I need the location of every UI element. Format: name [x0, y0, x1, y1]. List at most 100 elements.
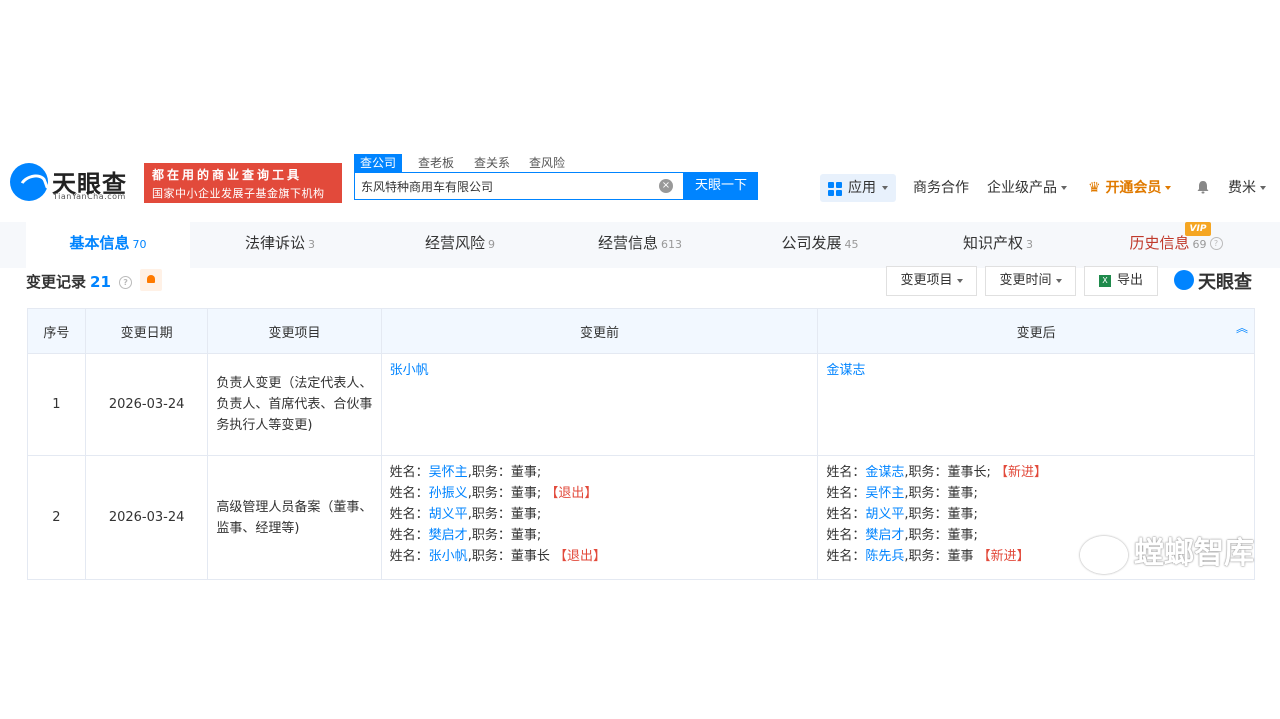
change-record-table: 序号 变更日期 变更项目 变更前 变更后 ︽ 1 2026-03-24 负责人变…	[27, 308, 1255, 580]
name-prefix: 姓名：	[826, 549, 866, 564]
name-prefix: 姓名：	[826, 528, 866, 543]
person-line: 姓名：金谋志,职务：董事长; 【新进】	[826, 462, 1246, 483]
person-link[interactable]: 吴怀主	[865, 486, 904, 501]
apps-grid-icon	[828, 182, 842, 196]
brand-mark-text: 天眼查	[1198, 272, 1252, 293]
role-sep: ,职务：	[467, 465, 511, 480]
tab-count: 613	[661, 238, 682, 251]
user-menu[interactable]: 费米	[1228, 174, 1266, 202]
tianyancha-logo[interactable]: 天眼查 TianYanCha.com	[10, 163, 138, 203]
status-tag: 【退出】	[545, 486, 598, 501]
person-link[interactable]: 胡义平	[429, 507, 468, 522]
name-prefix: 姓名：	[389, 549, 429, 564]
section-title: 变更记录 21 ?	[26, 271, 133, 292]
person-link[interactable]: 樊启才	[865, 528, 904, 543]
tab-development[interactable]: 公司发展 45	[740, 222, 900, 268]
tab-ip[interactable]: 知识产权 3	[918, 222, 1078, 268]
table-row: 1 2026-03-24 负责人变更（法定代表人、负责人、首席代表、合伙事务执行…	[27, 353, 1255, 456]
excel-icon: X	[1098, 274, 1111, 287]
subscribe-bell-icon[interactable]	[140, 269, 162, 291]
cell-after: 金谋志	[817, 353, 1255, 456]
search-tab-company[interactable]: 查公司	[354, 154, 403, 172]
header-index: 序号	[27, 308, 86, 354]
role: 董事;	[947, 528, 978, 543]
tab-count: 69	[1192, 238, 1207, 251]
filter-change-time[interactable]: 变更时间	[985, 266, 1076, 296]
person-line: 姓名：张小帆,职务：董事长 【退出】	[390, 546, 810, 567]
slogan-line1: 都在用的商业查询工具	[152, 168, 303, 182]
collapse-icon[interactable]: ︽	[1236, 322, 1248, 334]
tab-legal[interactable]: 法律诉讼 3	[200, 222, 360, 268]
search-box: ×	[354, 172, 684, 200]
search-tab-relation[interactable]: 查关系	[474, 154, 510, 172]
tab-label: 法律诉讼	[244, 234, 305, 252]
filter-change-item[interactable]: 变更项目	[886, 266, 977, 296]
clear-icon[interactable]: ×	[659, 179, 673, 193]
name-prefix: 姓名：	[826, 486, 866, 501]
cell-before: 张小帆	[380, 353, 819, 456]
vip-menu[interactable]: ♛ 开通会员	[1088, 174, 1172, 202]
role: 董事;	[510, 528, 542, 543]
slogan-banner: 都在用的商业查询工具 国家中小企业发展子基金旗下机构	[144, 163, 342, 203]
tab-count: 45	[844, 238, 859, 251]
chevron-down-icon	[956, 278, 963, 283]
export-button[interactable]: X 导出	[1084, 266, 1158, 296]
tab-history[interactable]: 历史信息 69?	[1096, 222, 1256, 268]
person-link[interactable]: 胡义平	[865, 507, 904, 522]
notification-bell-icon[interactable]	[1196, 180, 1210, 194]
help-icon: ?	[1209, 237, 1223, 250]
logo-icon	[1174, 270, 1194, 290]
name-prefix: 姓名：	[389, 507, 429, 522]
app-frame: 天眼查 TianYanCha.com 都在用的商业查询工具 国家中小企业发展子基…	[0, 146, 1280, 580]
person-link[interactable]: 孙振义	[429, 486, 468, 501]
user-name: 费米	[1228, 180, 1256, 196]
tab-count: 70	[132, 238, 147, 251]
logo-domain: TianYanCha.com	[53, 192, 126, 201]
role-sep: ,职务：	[904, 507, 948, 522]
header-item: 变更项目	[207, 308, 382, 354]
search-button[interactable]: 天眼一下	[684, 172, 758, 200]
cell-date: 2026-03-24	[84, 455, 209, 580]
person-link[interactable]: 张小帆	[429, 549, 468, 564]
person-link[interactable]: 张小帆	[390, 363, 429, 378]
role: 董事长	[510, 549, 550, 564]
role: 董事;	[510, 486, 542, 501]
tab-operating-risk[interactable]: 经营风险 9	[380, 222, 540, 268]
person-link[interactable]: 樊启才	[429, 528, 468, 543]
person-line: 姓名：胡义平,职务：董事;	[826, 504, 1246, 525]
role: 董事长;	[947, 465, 991, 480]
role-sep: ,职务：	[904, 486, 948, 501]
business-link[interactable]: 商务合作	[913, 174, 969, 202]
name-prefix: 姓名：	[826, 507, 866, 522]
role: 董事;	[947, 507, 978, 522]
search-input[interactable]	[361, 173, 651, 199]
logo-icon	[10, 163, 48, 201]
top-header: 天眼查 TianYanCha.com 都在用的商业查询工具 国家中小企业发展子基…	[0, 146, 1280, 220]
name-prefix: 姓名：	[389, 465, 429, 480]
header-before: 变更前	[380, 308, 819, 354]
watermark: 螳螂智库	[1080, 528, 1254, 574]
tab-count: 3	[1026, 238, 1033, 251]
person-link[interactable]: 陈先兵	[865, 549, 904, 564]
tab-operating-info[interactable]: 经营信息 613	[560, 222, 720, 268]
apps-menu[interactable]: 应用	[820, 174, 896, 202]
person-link[interactable]: 吴怀主	[429, 465, 468, 480]
filter-label: 变更项目	[900, 273, 953, 288]
tab-basic-info[interactable]: 基本信息 70	[26, 222, 190, 268]
tab-count: 9	[488, 238, 495, 251]
watermark-text: 螳螂智库	[1134, 536, 1254, 571]
search-tab-risk[interactable]: 查风险	[529, 154, 565, 172]
tab-label: 经营信息	[597, 234, 658, 252]
crown-icon: ♛	[1088, 180, 1101, 196]
tab-label: 公司发展	[781, 234, 842, 252]
enterprise-menu[interactable]: 企业级产品	[987, 174, 1067, 202]
filter-label: 变更时间	[999, 273, 1052, 288]
person-link[interactable]: 金谋志	[826, 363, 865, 378]
cell-date: 2026-03-24	[84, 353, 209, 456]
person-link[interactable]: 金谋志	[865, 465, 904, 480]
search-tab-boss[interactable]: 查老板	[418, 154, 454, 172]
chevron-down-icon	[882, 186, 888, 190]
section-count: 21	[90, 273, 111, 291]
person-line: 姓名：胡义平,职务：董事;	[390, 504, 810, 525]
chevron-down-icon	[1260, 186, 1266, 190]
